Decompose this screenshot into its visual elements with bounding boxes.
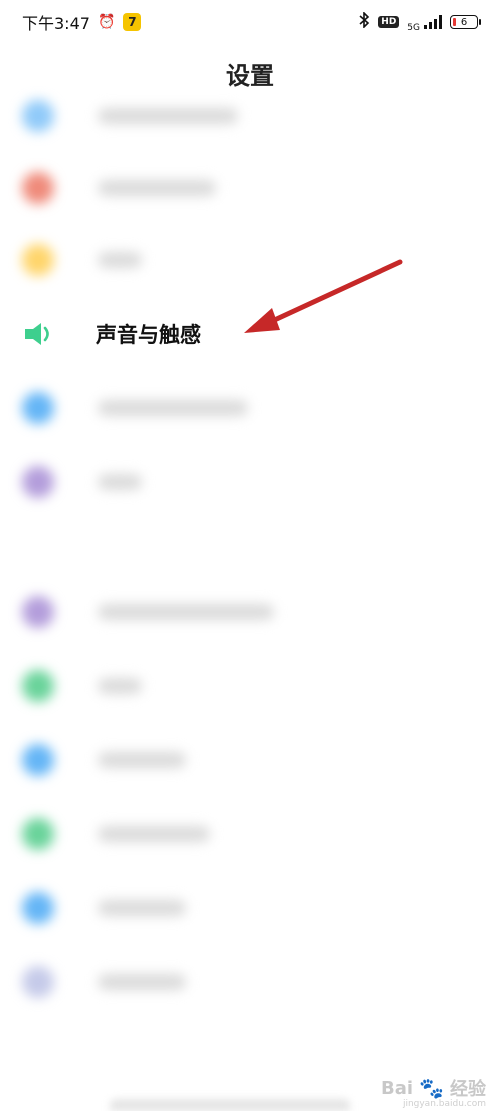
arrow-head <box>244 308 280 333</box>
baidu-watermark: Bai 🐾 经验 jingyan.baidu.com <box>381 1075 486 1109</box>
arrow-shaft <box>265 259 403 326</box>
watermark-brand: Bai <box>381 1077 414 1099</box>
watermark-brand-cn: 经验 <box>450 1079 486 1100</box>
annotation-arrow <box>244 259 403 333</box>
watermark-domain: jingyan.baidu.com <box>402 1099 486 1109</box>
paw-icon: 🐾 <box>419 1076 444 1100</box>
bottom-partial-item <box>110 1099 350 1111</box>
